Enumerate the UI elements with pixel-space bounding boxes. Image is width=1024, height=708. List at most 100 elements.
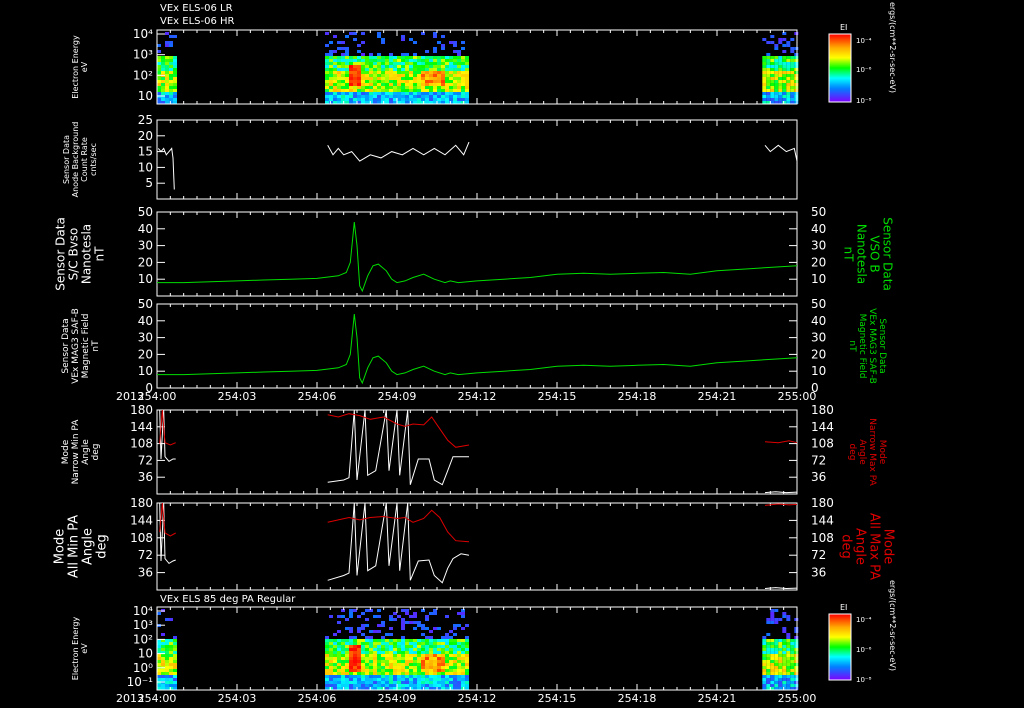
heatmap-cell <box>461 657 465 660</box>
heatmap-cell <box>782 74 787 77</box>
heatmap-cell <box>393 95 397 98</box>
heatmap-cell <box>790 56 795 59</box>
heatmap-cell <box>169 59 173 62</box>
heatmap-cell <box>782 50 787 53</box>
heatmap-cell <box>417 645 421 648</box>
heatmap-cell <box>389 654 393 657</box>
heatmap-cell <box>453 675 457 678</box>
x-tick-label: 254:21 <box>698 692 737 705</box>
heatmap-cell <box>377 71 381 74</box>
heatmap-cell <box>421 660 425 663</box>
heatmap-cell <box>373 657 377 660</box>
heatmap-cell <box>449 71 453 74</box>
heatmap-cell <box>445 56 449 59</box>
heatmap-cell <box>778 672 783 675</box>
heatmap-cell <box>778 74 783 77</box>
heatmap-cell <box>774 672 779 675</box>
heatmap-cell <box>157 642 161 645</box>
heatmap-cell <box>786 639 791 642</box>
heatmap-cell <box>453 678 457 681</box>
heatmap-cell <box>357 71 361 74</box>
heatmap-cell <box>457 675 461 678</box>
heatmap-cell <box>453 645 457 648</box>
heatmap-cell <box>169 651 173 654</box>
heatmap-cell <box>421 56 425 59</box>
heatmap-cell <box>169 83 173 86</box>
y-tick-label-right: 72 <box>811 548 826 562</box>
heatmap-cell <box>341 669 345 672</box>
heatmap-cell <box>766 62 771 65</box>
heatmap-cell <box>421 98 425 101</box>
heatmap-cell <box>385 95 389 98</box>
heatmap-cell <box>341 89 345 92</box>
heatmap-cell <box>361 684 365 687</box>
heatmap-cell <box>786 666 791 669</box>
heatmap-cell <box>173 65 177 68</box>
heatmap-cell <box>465 77 469 80</box>
heatmap-cell <box>409 89 413 92</box>
heatmap-cell <box>421 642 425 645</box>
heatmap-cell <box>421 681 425 684</box>
heatmap-cell <box>465 654 469 657</box>
heatmap-cell <box>157 44 161 47</box>
y-tick-label: 20 <box>138 129 153 143</box>
heatmap-cell <box>441 636 445 639</box>
heatmap-cell <box>409 645 413 648</box>
y-tick-label-right: 144 <box>811 513 834 527</box>
heatmap-cell <box>433 80 437 83</box>
heatmap-cell <box>353 38 357 41</box>
heatmap-cell <box>465 675 469 678</box>
heatmap-cell <box>369 59 373 62</box>
heatmap-cell <box>361 645 365 648</box>
heatmap-cell <box>333 669 337 672</box>
heatmap-cell <box>774 77 779 80</box>
heatmap-cell <box>325 657 329 660</box>
heatmap-cell <box>377 630 381 633</box>
heatmap-cell <box>766 56 771 59</box>
heatmap-cell <box>766 65 771 68</box>
heatmap-cell <box>417 654 421 657</box>
heatmap-cell <box>766 633 771 636</box>
heatmap-cell <box>169 77 173 80</box>
y-tick-label: 50 <box>138 205 153 219</box>
heatmap-cell <box>413 663 417 666</box>
x-tick-label: 254:03 <box>218 390 257 403</box>
heatmap-cell <box>157 83 161 86</box>
heatmap-cell <box>433 86 437 89</box>
heatmap-cell <box>766 71 771 74</box>
heatmap-cell <box>397 89 401 92</box>
heatmap-cell <box>157 645 161 648</box>
heatmap-cell <box>429 89 433 92</box>
heatmap-cell <box>413 654 417 657</box>
heatmap-cell <box>413 669 417 672</box>
heatmap-cell <box>381 645 385 648</box>
heatmap-cell <box>353 65 357 68</box>
heatmap-cell <box>349 681 353 684</box>
heatmap-cell <box>397 98 401 101</box>
heatmap-cell <box>421 678 425 681</box>
heatmap-cell <box>369 654 373 657</box>
heatmap-cell <box>401 675 405 678</box>
heatmap-cell <box>345 56 349 59</box>
heatmap-cell <box>429 83 433 86</box>
heatmap-cell <box>329 59 333 62</box>
heatmap-cell <box>397 615 401 618</box>
heatmap-cell <box>165 639 169 642</box>
heatmap-cell <box>389 669 393 672</box>
heatmap-cell <box>794 669 799 672</box>
y-tick-label: 10⁴ <box>133 27 153 41</box>
heatmap-cell <box>778 83 783 86</box>
heatmap-cell <box>762 651 767 654</box>
heatmap-cell <box>337 56 341 59</box>
heatmap-cell <box>778 681 783 684</box>
heatmap-cell <box>778 56 783 59</box>
heatmap-cell <box>405 684 409 687</box>
heatmap-cell <box>157 65 161 68</box>
heatmap-cell <box>169 675 173 678</box>
heatmap-cell <box>774 645 779 648</box>
heatmap-cell <box>401 678 405 681</box>
y-axis-label-line: Angle <box>80 528 95 565</box>
heatmap-cell <box>778 77 783 80</box>
heatmap-cell <box>770 92 775 95</box>
heatmap-cell <box>774 80 779 83</box>
